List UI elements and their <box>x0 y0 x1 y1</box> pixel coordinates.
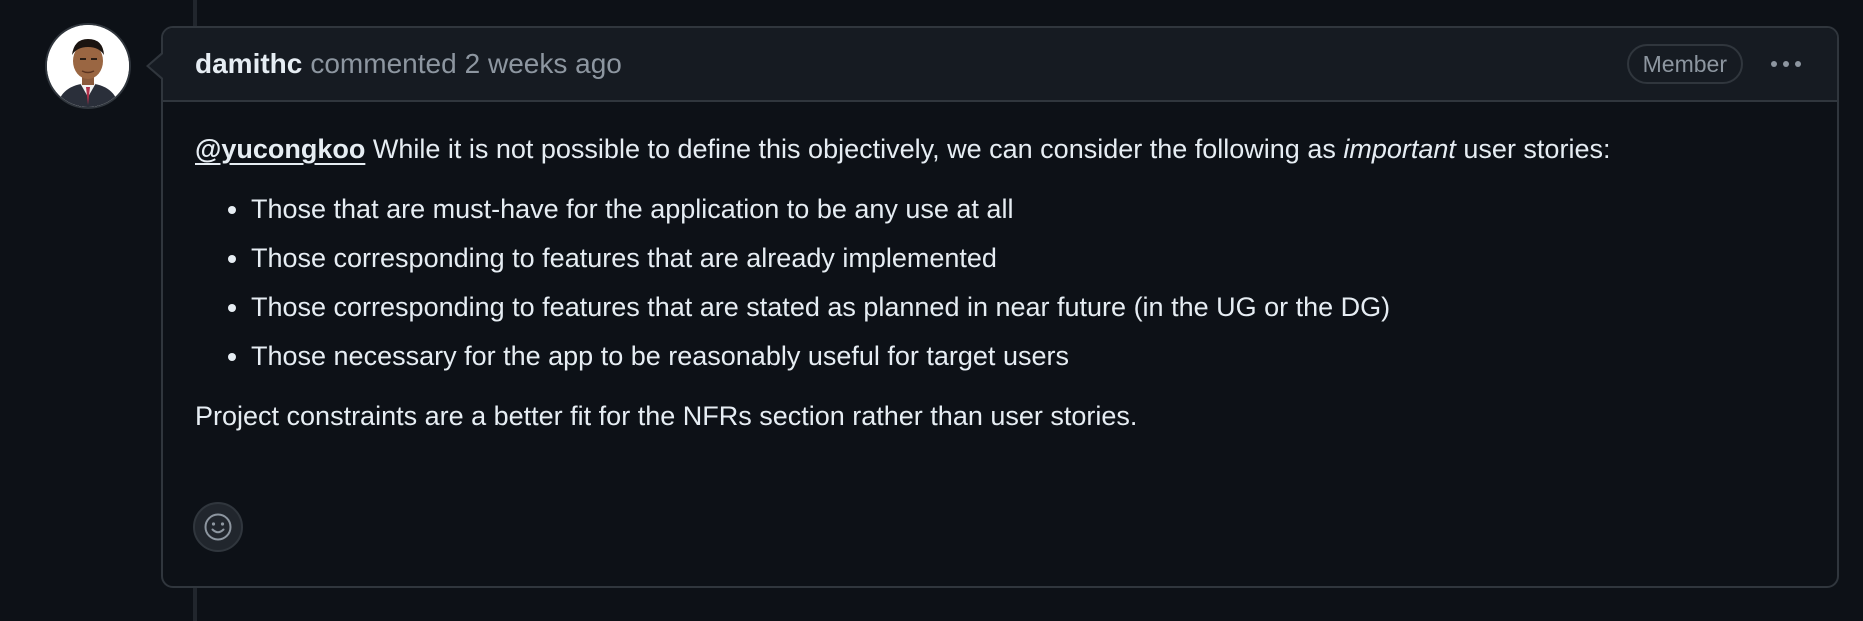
user-mention-link[interactable]: @yucongkoo <box>195 134 365 164</box>
comment-header: damithc commented 2 weeks ago Member <box>163 28 1837 102</box>
user-story-list: Those that are must-have for the applica… <box>195 190 1805 375</box>
author-name[interactable]: damithc <box>195 48 302 80</box>
comment-action: commented <box>310 48 457 79</box>
closing-paragraph: Project constraints are a better fit for… <box>195 401 1138 431</box>
smiley-icon <box>204 513 232 541</box>
intro-emphasis: important <box>1343 134 1456 164</box>
comment-timestamp[interactable]: 2 weeks ago <box>465 48 622 80</box>
add-reaction-button[interactable] <box>193 502 243 552</box>
role-badge: Member <box>1626 44 1743 84</box>
intro-text: While it is not possible to define this … <box>365 134 1344 164</box>
intro-paragraph: @yucongkoo While it is not possible to d… <box>195 130 1805 168</box>
list-item: Those corresponding to features that are… <box>251 288 1805 326</box>
list-item: Those corresponding to features that are… <box>251 239 1805 277</box>
comment-caret-fill <box>149 54 163 78</box>
avatar[interactable] <box>47 25 129 107</box>
list-item: Those that are must-have for the applica… <box>251 190 1805 228</box>
comment-box: damithc commented 2 weeks ago Member @yu… <box>161 26 1839 588</box>
comment-body: @yucongkoo While it is not possible to d… <box>163 102 1837 435</box>
list-item: Those necessary for the app to be reason… <box>251 337 1805 375</box>
kebab-horizontal-icon[interactable] <box>1765 53 1807 75</box>
intro-tail: user stories: <box>1455 134 1611 164</box>
avatar-image <box>47 25 129 107</box>
